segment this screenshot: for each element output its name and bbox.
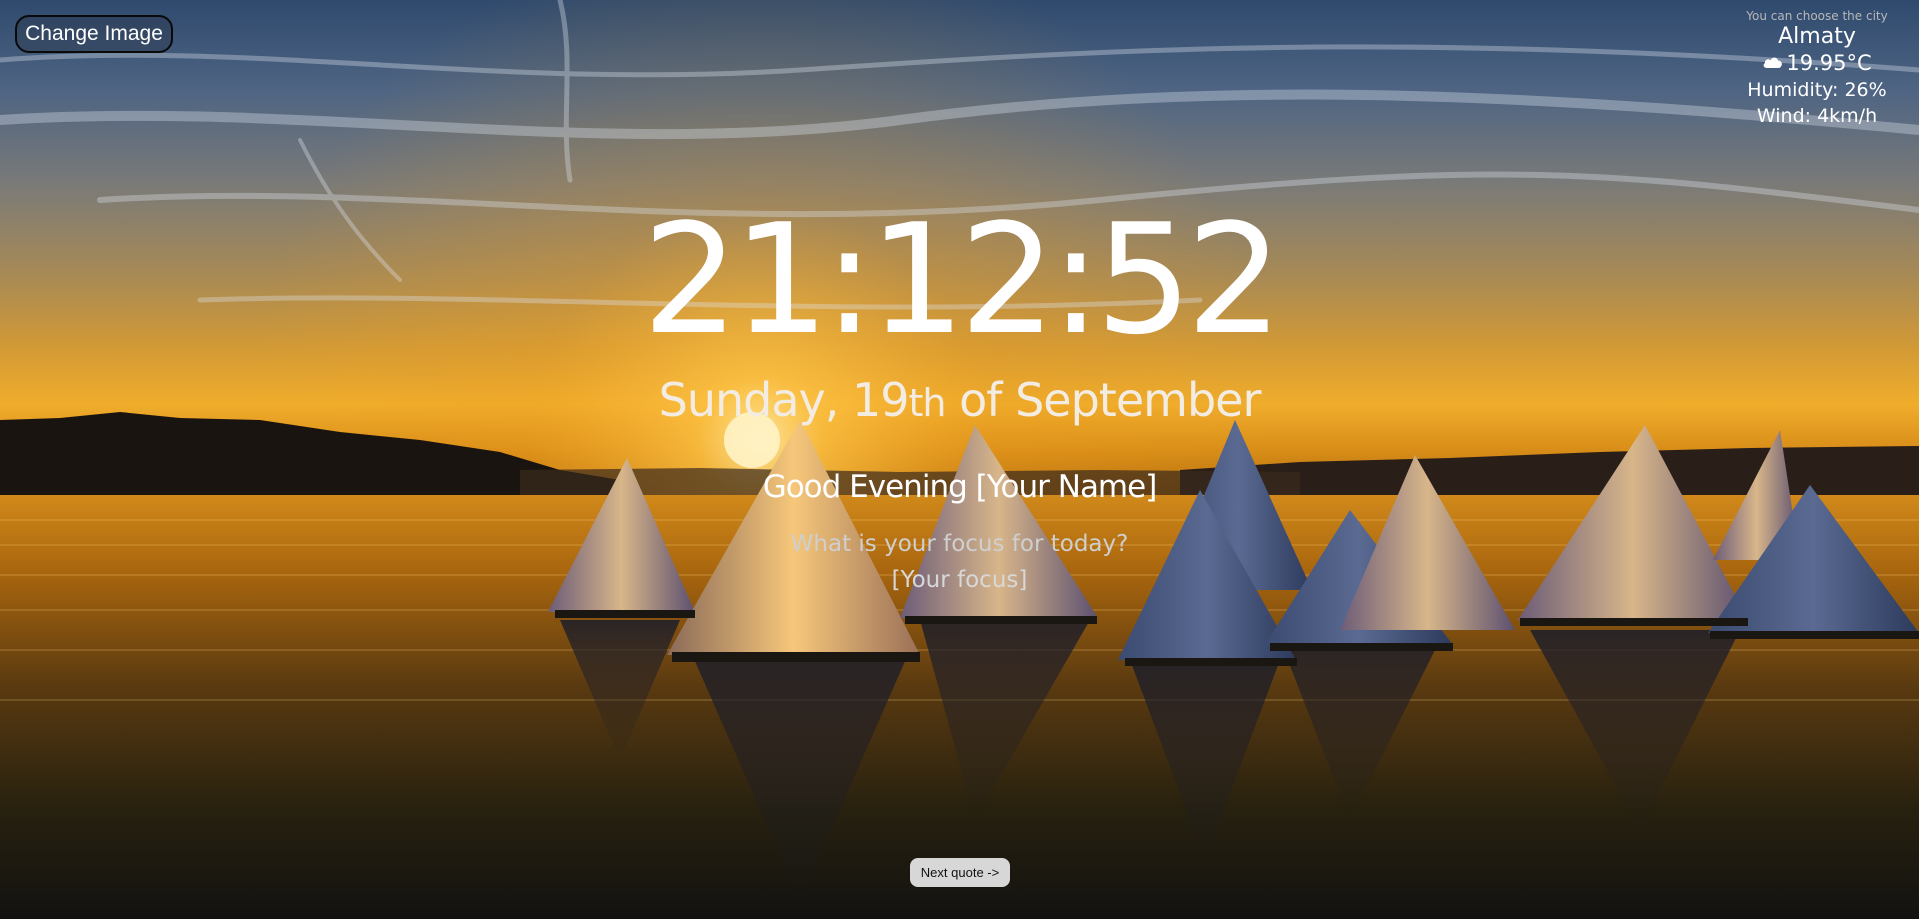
greeting: Good Evening [Your Name] [0,467,1919,507]
momentum-dashboard: Change Image You can choose the city Alm… [0,0,1919,919]
wind-value: Wind: 4km/h [1756,105,1878,127]
date-month: of September [945,373,1261,427]
clock-time: 21:12:52 [642,191,1283,368]
focus-input[interactable]: [Your focus] [0,565,1919,595]
cloud-icon [1763,57,1783,68]
focus-question: What is your focus for today? [790,531,1129,557]
city-hint: You can choose the city [1746,9,1888,23]
date-weekday-day: Sunday, 19 [658,373,910,427]
name-input[interactable]: [Your Name] [976,469,1158,505]
next-quote-button[interactable]: Next quote -> [910,858,1010,887]
temperature-row: 19.95°C [1727,50,1907,77]
background-image [0,0,1919,919]
temperature-value: 19.95°C [1786,51,1872,75]
humidity-value: Humidity: 26% [1747,79,1887,101]
weather-widget: You can choose the city Almaty 19.95°C H… [1727,8,1907,129]
change-image-button[interactable]: Change Image [15,15,173,53]
city-input[interactable]: Almaty [1727,24,1907,50]
greeting-prefix: Good Evening [762,469,976,505]
date-ordinal-suffix: th [908,381,947,425]
date-display: Sunday, 19th of September [0,372,1919,431]
